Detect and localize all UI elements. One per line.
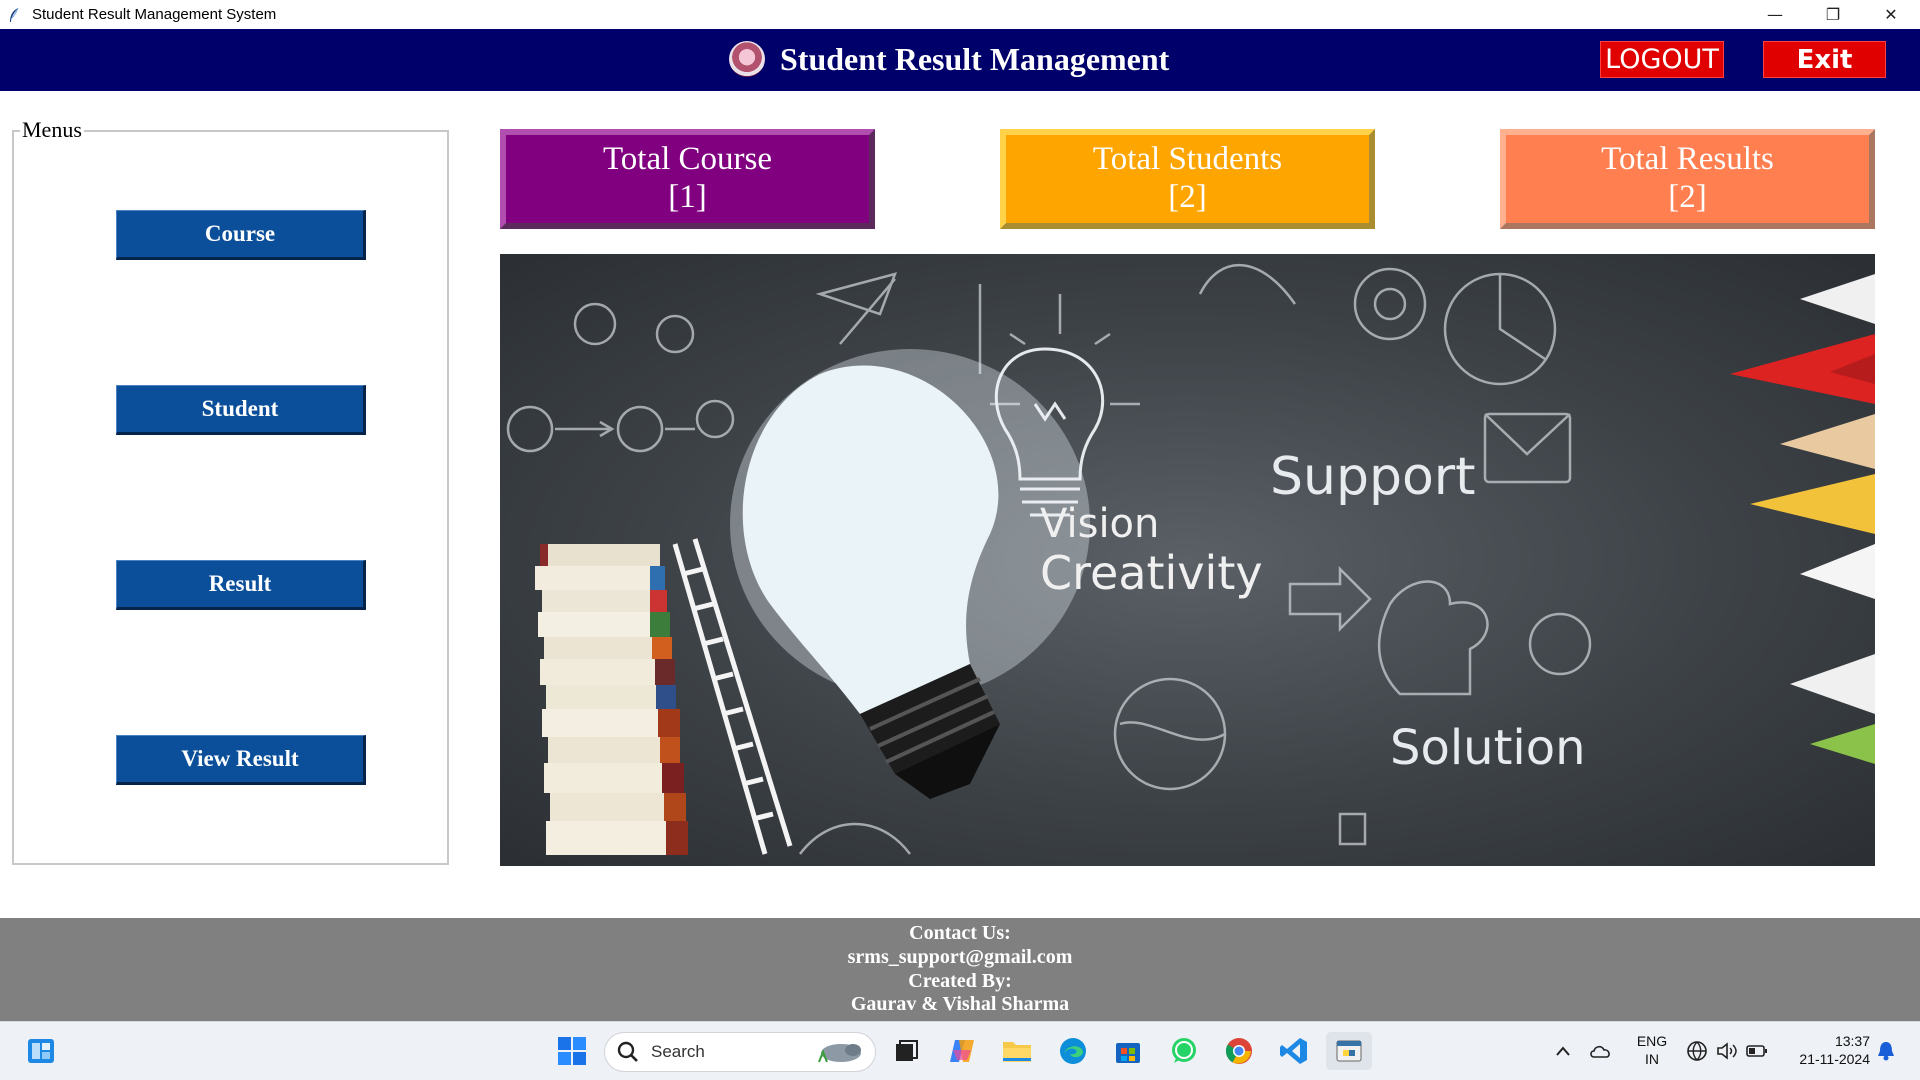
- exit-button[interactable]: Exit: [1763, 41, 1886, 78]
- footer: Contact Us: srms_support@gmail.com Creat…: [0, 918, 1920, 1021]
- app-header: Student Result Management LOGOUT Exit: [0, 29, 1920, 91]
- education-banner-image: Vision Creativity Support Solution: [500, 254, 1875, 866]
- window-title: Student Result Management System: [32, 6, 277, 23]
- window-titlebar: Student Result Management System — ❐ ✕: [0, 0, 1920, 29]
- total-results-value: [2]: [1668, 179, 1707, 215]
- whatsapp-icon[interactable]: [1166, 1032, 1202, 1070]
- widgets-icon[interactable]: [24, 1032, 58, 1070]
- created-heading: Created By:: [908, 969, 1012, 992]
- menus-panel: Menus Course Student Result View Result: [12, 117, 449, 865]
- banner-support-text: Support: [1270, 447, 1476, 507]
- network-icon[interactable]: [1684, 1032, 1710, 1070]
- total-course-card: Total Course [1]: [500, 129, 875, 229]
- task-view-icon[interactable]: [888, 1032, 924, 1070]
- logout-button[interactable]: LOGOUT: [1600, 41, 1724, 78]
- onedrive-icon[interactable]: [1588, 1032, 1614, 1070]
- file-explorer-icon[interactable]: [999, 1032, 1035, 1070]
- chrome-icon[interactable]: [1221, 1032, 1257, 1070]
- total-students-value: [2]: [1168, 179, 1207, 215]
- banner-illustration: Vision Creativity Support Solution: [506, 263, 1875, 855]
- restore-button[interactable]: ❐: [1804, 0, 1862, 29]
- copilot-icon[interactable]: [944, 1032, 980, 1070]
- battery-icon[interactable]: [1744, 1032, 1770, 1070]
- store-icon[interactable]: [1110, 1032, 1146, 1070]
- search-icon: [617, 1041, 639, 1063]
- language-region: IN: [1645, 1050, 1659, 1067]
- search-placeholder: Search: [651, 1042, 705, 1061]
- app-logo-icon: [729, 41, 765, 77]
- windows-taskbar: Search ENG IN 13:37 21-11-2024: [0, 1021, 1920, 1080]
- view-result-button[interactable]: View Result: [116, 735, 366, 785]
- menus-legend: Menus: [20, 117, 84, 143]
- result-button[interactable]: Result: [116, 560, 366, 610]
- clock[interactable]: 13:37 21-11-2024: [1782, 1033, 1870, 1068]
- vscode-icon[interactable]: [1276, 1032, 1312, 1070]
- banner-creativity-text: Creativity: [1040, 546, 1263, 600]
- student-button[interactable]: Student: [116, 385, 366, 435]
- language-indicator[interactable]: ENG IN: [1632, 1033, 1672, 1068]
- total-course-label: Total Course: [602, 141, 773, 178]
- clock-date: 21-11-2024: [1799, 1050, 1870, 1067]
- contact-email: srms_support@gmail.com: [847, 945, 1073, 968]
- authors-text: Gaurav & Vishal Sharma: [850, 993, 1070, 1016]
- notification-bell-icon[interactable]: [1874, 1032, 1898, 1070]
- total-results-label: Total Results: [1601, 141, 1774, 178]
- edge-icon[interactable]: [1055, 1032, 1091, 1070]
- banner-solution-text: Solution: [1390, 720, 1586, 776]
- python-app-icon[interactable]: [1326, 1032, 1372, 1070]
- page-title: Student Result Management: [780, 41, 1170, 77]
- search-highlight-icon: [813, 1038, 865, 1066]
- total-results-card: Total Results [2]: [1500, 129, 1875, 229]
- chevron-up-icon[interactable]: [1552, 1032, 1574, 1070]
- volume-icon[interactable]: [1714, 1032, 1740, 1070]
- course-button[interactable]: Course: [116, 210, 366, 260]
- total-students-label: Total Students: [1092, 141, 1283, 178]
- start-icon[interactable]: [554, 1032, 590, 1070]
- language-code: ENG: [1636, 1033, 1668, 1049]
- taskbar-search-input[interactable]: Search: [604, 1032, 876, 1072]
- total-students-card: Total Students [2]: [1000, 129, 1375, 229]
- contact-heading: Contact Us:: [909, 922, 1011, 945]
- total-course-value: [1]: [668, 179, 707, 215]
- close-button[interactable]: ✕: [1862, 0, 1920, 29]
- feather-icon: [6, 7, 22, 23]
- minimize-button[interactable]: —: [1746, 0, 1804, 29]
- clock-time: 13:37: [1834, 1033, 1870, 1049]
- banner-vision-text: Vision: [1040, 501, 1159, 547]
